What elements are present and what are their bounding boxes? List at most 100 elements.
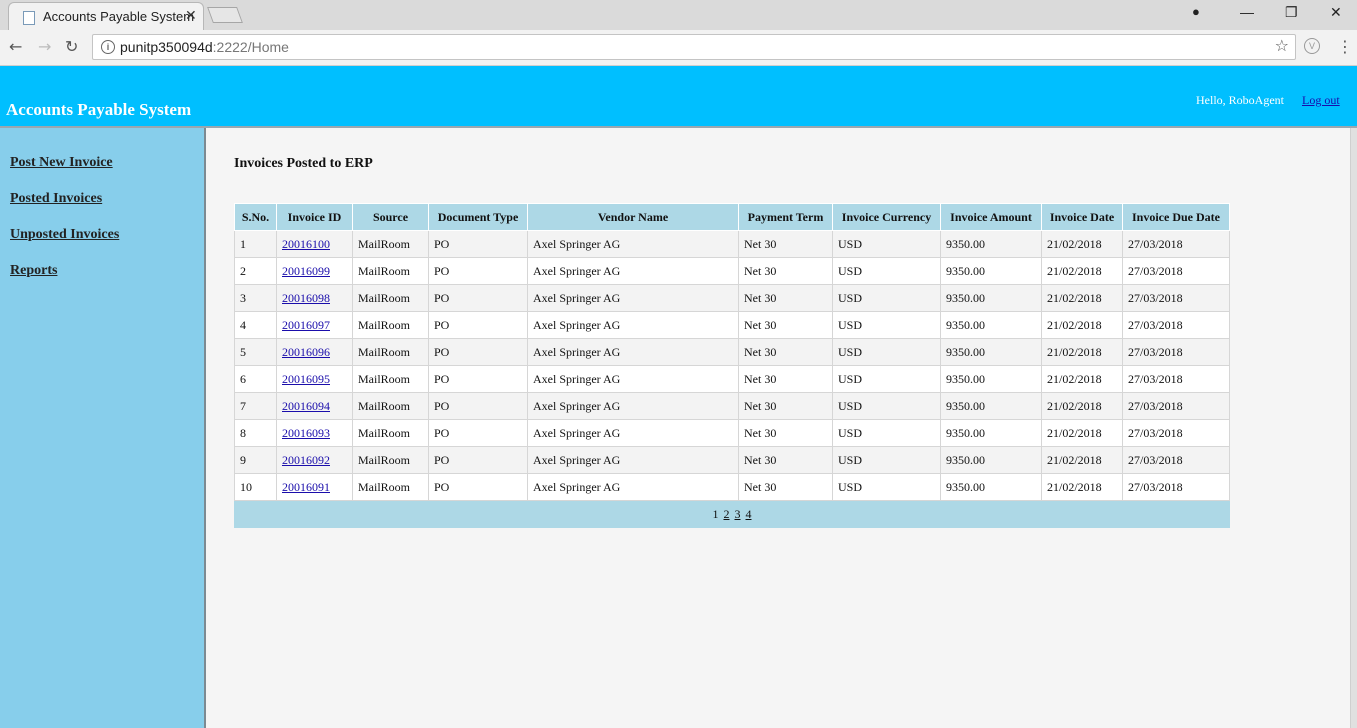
- cell-source: MailRoom: [352, 284, 429, 312]
- cell-document-type: PO: [428, 284, 528, 312]
- cell-document-type: PO: [428, 419, 528, 447]
- table-header-row: S.No. Invoice ID Source Document Type Ve…: [234, 203, 1230, 231]
- cell-amount: 9350.00: [940, 473, 1042, 501]
- table-cell: 20016093: [276, 419, 353, 447]
- browser-menu-icon[interactable]: ⋮: [1337, 37, 1353, 56]
- pager-link-page-2[interactable]: 2: [724, 507, 730, 521]
- cell-vendor-name: Axel Springer AG: [527, 392, 739, 420]
- page-title: Invoices Posted to ERP: [234, 156, 373, 171]
- browser-tab-bar: Accounts Payable System ✕ ● — ❐ ✕: [0, 0, 1357, 30]
- cell-invoice-date: 21/02/2018: [1041, 284, 1123, 312]
- reload-icon[interactable]: ↻: [65, 37, 78, 56]
- table-cell: 20016095: [276, 365, 353, 393]
- cell-document-type: PO: [428, 473, 528, 501]
- cell-vendor-name: Axel Springer AG: [527, 257, 739, 285]
- column-header-invoice-amount: Invoice Amount: [940, 203, 1042, 231]
- invoice-id-link[interactable]: 20016099: [282, 264, 330, 278]
- cell-amount: 9350.00: [940, 230, 1042, 258]
- cell-vendor-name: Axel Springer AG: [527, 419, 739, 447]
- url-text[interactable]: punitp350094d:2222/Home: [120, 39, 289, 55]
- cell-source: MailRoom: [352, 473, 429, 501]
- cell-sno: 6: [234, 365, 277, 393]
- invoice-id-link[interactable]: 20016095: [282, 372, 330, 386]
- cell-payment-term: Net 30: [738, 365, 833, 393]
- cell-document-type: PO: [428, 365, 528, 393]
- cell-invoice-date: 21/02/2018: [1041, 338, 1123, 366]
- user-greeting: Hello, RoboAgent: [1196, 93, 1284, 107]
- cell-due-date: 27/03/2018: [1122, 419, 1230, 447]
- cell-sno: 9: [234, 446, 277, 474]
- cell-payment-term: Net 30: [738, 446, 833, 474]
- forward-icon[interactable]: →: [38, 37, 51, 56]
- cell-document-type: PO: [428, 311, 528, 339]
- invoice-id-link[interactable]: 20016098: [282, 291, 330, 305]
- cell-document-type: PO: [428, 446, 528, 474]
- invoice-id-link[interactable]: 20016097: [282, 318, 330, 332]
- table-cell: 20016097: [276, 311, 353, 339]
- table-row: 9 20016092 MailRoom PO Axel Springer AG Net 3…: [234, 446, 1230, 474]
- cell-document-type: PO: [428, 230, 528, 258]
- invoice-id-link[interactable]: 20016091: [282, 480, 330, 494]
- column-header-invoice-due-date: Invoice Due Date: [1122, 203, 1230, 231]
- cell-due-date: 27/03/2018: [1122, 257, 1230, 285]
- cell-source: MailRoom: [352, 392, 429, 420]
- cell-invoice-date: 21/02/2018: [1041, 419, 1123, 447]
- maximize-icon[interactable]: ❐: [1285, 4, 1298, 21]
- invoice-id-link[interactable]: 20016100: [282, 237, 330, 251]
- cell-amount: 9350.00: [940, 284, 1042, 312]
- cell-due-date: 27/03/2018: [1122, 338, 1230, 366]
- cell-payment-term: Net 30: [738, 419, 833, 447]
- logout-link[interactable]: Log out: [1302, 93, 1340, 108]
- cell-due-date: 27/03/2018: [1122, 230, 1230, 258]
- column-header-document-type: Document Type: [428, 203, 528, 231]
- sidebar-item-unposted-invoices[interactable]: Unposted Invoices: [10, 227, 119, 243]
- pager-link-page-4[interactable]: 4: [746, 507, 752, 521]
- cell-amount: 9350.00: [940, 446, 1042, 474]
- table-cell: 20016094: [276, 392, 353, 420]
- window-close-icon[interactable]: ✕: [1330, 4, 1342, 21]
- page-favicon-icon: [23, 11, 35, 25]
- invoice-id-link[interactable]: 20016092: [282, 453, 330, 467]
- table-row: 5 20016096 MailRoom PO Axel Springer AG Net 3…: [234, 338, 1230, 366]
- tab-close-icon[interactable]: ✕: [185, 7, 197, 24]
- cell-source: MailRoom: [352, 365, 429, 393]
- cell-currency: USD: [832, 419, 941, 447]
- cell-document-type: PO: [428, 257, 528, 285]
- cell-amount: 9350.00: [940, 338, 1042, 366]
- invoice-id-link[interactable]: 20016093: [282, 426, 330, 440]
- app-title: Accounts Payable System: [6, 100, 192, 119]
- cell-sno: 1: [234, 230, 277, 258]
- address-bar[interactable]: i punitp350094d:2222/Home ☆: [92, 34, 1296, 60]
- cell-vendor-name: Axel Springer AG: [527, 338, 739, 366]
- back-icon[interactable]: ←: [9, 37, 22, 56]
- cell-currency: USD: [832, 446, 941, 474]
- info-icon[interactable]: i: [101, 40, 115, 54]
- new-tab-button[interactable]: [207, 7, 243, 23]
- sidebar-item-post-new-invoice[interactable]: Post New Invoice: [10, 155, 113, 171]
- account-icon[interactable]: ●: [1192, 4, 1200, 19]
- vertical-scrollbar[interactable]: [1350, 128, 1357, 728]
- sidebar-item-reports[interactable]: Reports: [10, 263, 57, 279]
- invoice-id-link[interactable]: 20016094: [282, 399, 330, 413]
- cell-invoice-date: 21/02/2018: [1041, 230, 1123, 258]
- cell-vendor-name: Axel Springer AG: [527, 284, 739, 312]
- cell-currency: USD: [832, 392, 941, 420]
- cell-sno: 2: [234, 257, 277, 285]
- minimize-icon[interactable]: —: [1240, 4, 1254, 20]
- sidebar-item-posted-invoices[interactable]: Posted Invoices: [10, 191, 102, 207]
- cell-payment-term: Net 30: [738, 284, 833, 312]
- cell-payment-term: Net 30: [738, 230, 833, 258]
- cell-payment-term: Net 30: [738, 473, 833, 501]
- cell-source: MailRoom: [352, 446, 429, 474]
- column-header-source: Source: [352, 203, 429, 231]
- cell-source: MailRoom: [352, 419, 429, 447]
- extension-icon[interactable]: V: [1304, 38, 1320, 54]
- cell-due-date: 27/03/2018: [1122, 392, 1230, 420]
- invoice-id-link[interactable]: 20016096: [282, 345, 330, 359]
- cell-source: MailRoom: [352, 257, 429, 285]
- cell-amount: 9350.00: [940, 419, 1042, 447]
- bookmark-star-icon[interactable]: ☆: [1275, 36, 1289, 55]
- column-header-invoice-date: Invoice Date: [1041, 203, 1123, 231]
- pager-link-page-3[interactable]: 3: [735, 507, 741, 521]
- browser-tab[interactable]: Accounts Payable System ✕: [8, 2, 204, 30]
